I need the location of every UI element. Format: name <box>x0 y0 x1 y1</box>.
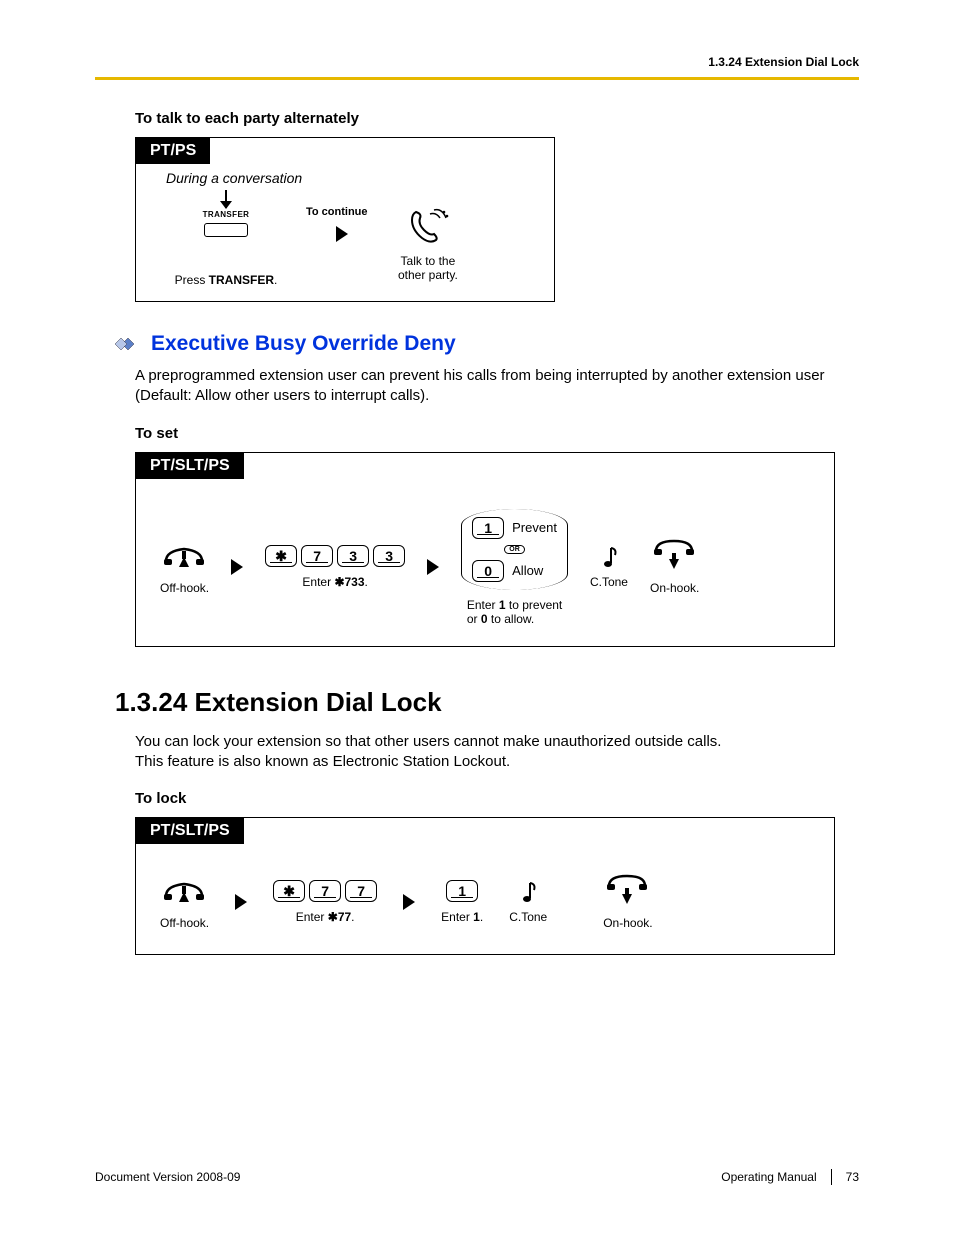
music-note-icon <box>518 880 538 906</box>
key-3: 3 <box>337 545 369 567</box>
chevron-right-icon <box>235 894 247 910</box>
label-to-continue: To continue <box>306 206 368 218</box>
subheading-talk-alternately: To talk to each party alternately <box>135 110 859 127</box>
caption-offhook: Off-hook. <box>160 916 209 930</box>
key-3b: 3 <box>373 545 405 567</box>
paragraph-lock-desc: You can lock your extension so that othe… <box>135 732 859 773</box>
chevron-right-icon <box>336 226 348 242</box>
subheading-to-set: To set <box>135 425 859 442</box>
footer-doc-version: Document Version 2008-09 <box>95 1170 240 1184</box>
caption-enter-733: Enter ✱733. <box>302 575 367 589</box>
caption-press-transfer: Press TRANSFER. <box>175 273 278 287</box>
label-ctone: C.Tone <box>509 910 547 924</box>
key-7b: 7 <box>345 880 377 902</box>
device-tab-ptsltps-2: PT/SLT/PS <box>136 818 244 844</box>
device-tab-ptsltps: PT/SLT/PS <box>136 453 244 479</box>
label-ctone: C.Tone <box>590 575 628 589</box>
heading-extension-dial-lock: 1.3.24 Extension Dial Lock <box>115 687 859 718</box>
transfer-key-icon <box>204 223 248 237</box>
key-star: ✱ <box>273 880 305 902</box>
arrow-down-icon <box>225 190 227 208</box>
transfer-key-label: TRANSFER <box>203 210 250 219</box>
option-group: 1 Prevent OR 0 Allow <box>461 509 568 590</box>
key-1: 1 <box>446 880 478 902</box>
caption-enter-1: Enter 1. <box>441 910 483 924</box>
subheading-to-lock: To lock <box>135 790 859 807</box>
chevron-right-icon <box>403 894 415 910</box>
page-header-right: 1.3.24 Extension Dial Lock <box>95 55 859 69</box>
chevron-right-icon <box>427 559 439 575</box>
music-note-icon <box>599 545 619 571</box>
procedure-box-talk: PT/PS During a conversation TRANSFER Pre… <box>135 137 555 302</box>
offhook-icon <box>162 874 208 908</box>
procedure-box-to-lock: PT/SLT/PS Off-hook. ✱ <box>135 817 835 955</box>
footer-divider <box>831 1169 832 1185</box>
label-prevent: Prevent <box>512 520 557 535</box>
diamond-bullet-icon <box>115 335 141 353</box>
keypad-733: ✱ 7 3 3 <box>265 545 405 567</box>
onhook-icon <box>652 539 698 573</box>
device-tab-ptps: PT/PS <box>136 138 210 164</box>
heading-executive-busy-override-deny: Executive Busy Override Deny <box>151 332 456 356</box>
caption-talk-other-party: Talk to theother party. <box>398 254 458 282</box>
onhook-icon <box>605 874 651 908</box>
keypad-77: ✱ 7 7 <box>273 880 377 902</box>
key-1: 1 <box>472 517 504 539</box>
caption-onhook: On-hook. <box>650 581 699 595</box>
footer-manual-name: Operating Manual <box>721 1170 816 1184</box>
caption-offhook: Off-hook. <box>160 581 209 595</box>
header-rule <box>95 77 859 80</box>
paragraph-exec-desc: A preprogrammed extension user can preve… <box>135 366 859 407</box>
footer-page-number: 73 <box>846 1170 859 1184</box>
key-star: ✱ <box>265 545 297 567</box>
page-footer: Document Version 2008-09 Operating Manua… <box>95 1169 859 1185</box>
offhook-icon <box>162 539 208 573</box>
or-label: OR <box>504 545 525 554</box>
caption-onhook: On-hook. <box>603 916 652 930</box>
handset-talk-icon <box>406 206 450 246</box>
caption-enter-1-or-0: Enter 1 to prevent or 0 to allow. <box>467 598 562 626</box>
key-7: 7 <box>309 880 341 902</box>
key-7: 7 <box>301 545 333 567</box>
caption-enter-77: Enter ✱77. <box>296 910 355 924</box>
key-0: 0 <box>472 560 504 582</box>
chevron-right-icon <box>231 559 243 575</box>
label-allow: Allow <box>512 563 543 578</box>
procedure-box-to-set: PT/SLT/PS Off-hook. ✱ <box>135 452 835 647</box>
context-during-conversation: During a conversation <box>166 170 534 186</box>
